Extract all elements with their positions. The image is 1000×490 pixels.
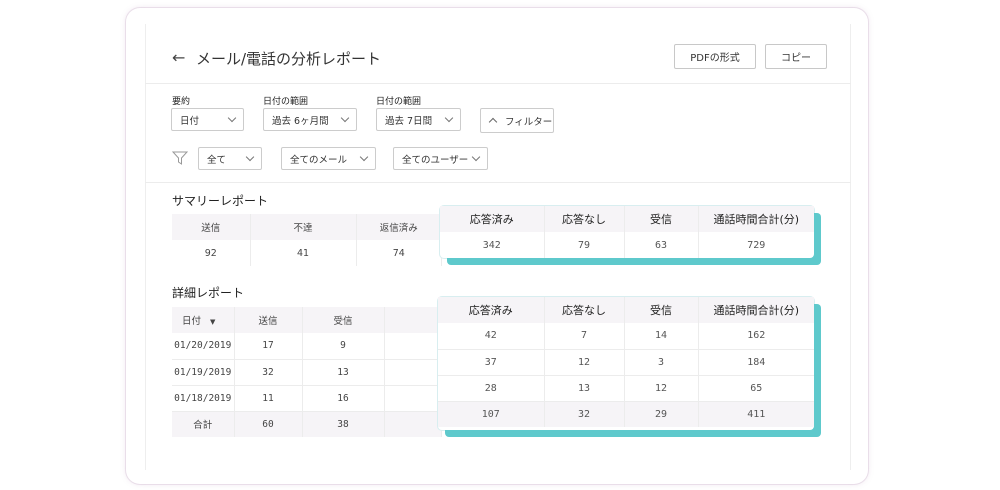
- detail-popup-col-answered: 応答済み: [438, 297, 545, 323]
- detail-popup-total-received: 29: [624, 401, 699, 427]
- chevron-up-icon: [488, 117, 498, 127]
- detail-popup-received: 14: [624, 323, 699, 349]
- detail-popup-duration: 65: [750, 382, 763, 394]
- range1-select-value: 過去 6ヶ月間: [272, 115, 329, 127]
- pdf-button[interactable]: PDFの形式: [674, 44, 756, 69]
- summary-table: 送信 不達 返信済み 92 41 74: [172, 214, 442, 266]
- detail-popup-answered: 28: [438, 375, 545, 401]
- mail-select-value: 全てのメール: [290, 154, 348, 166]
- summary-popup-col-answered: 応答済み: [440, 206, 545, 232]
- all-select-value: 全て: [207, 154, 227, 166]
- sort-down-icon: ▼: [210, 318, 216, 326]
- detail-popup-duration: 184: [747, 356, 766, 368]
- detail-col-date-label: 日付: [182, 316, 202, 327]
- filter-icon: [172, 151, 188, 165]
- chevron-down-icon: [227, 113, 237, 123]
- detail-popup-answered: 42: [438, 323, 545, 349]
- total-row: 合計 60 38: [172, 411, 442, 437]
- copy-button[interactable]: コピー: [765, 44, 827, 69]
- detail-row-received: 13: [302, 359, 385, 385]
- chevron-down-icon: [245, 152, 255, 162]
- mail-select[interactable]: 全てのメール: [281, 147, 376, 170]
- detail-row-date: 01/20/2019: [172, 333, 235, 359]
- user-select[interactable]: 全てのユーザー: [393, 147, 488, 170]
- summary-title: サマリーレポート: [172, 194, 269, 208]
- summary-popup-col-unanswered: 応答なし: [544, 206, 625, 232]
- divider: [145, 182, 851, 183]
- back-arrow-icon[interactable]: ←: [172, 48, 185, 67]
- detail-title: 詳細レポート: [172, 286, 245, 300]
- summary-select[interactable]: 日付: [171, 108, 244, 131]
- detail-table: 日付 ▼ 送信 受信 01/20/2019 17 9 01/19/2019 32…: [172, 307, 442, 437]
- table-row: 37 12 3 184: [438, 349, 814, 375]
- summary-value-undelivered: 41: [250, 240, 357, 266]
- summary-value-sent: 92: [172, 240, 251, 266]
- range2-select-value: 過去 7日間: [385, 115, 433, 127]
- summary-col-sent: 送信: [172, 214, 251, 240]
- table-row: 01/18/2019 11 16: [172, 385, 442, 411]
- chevron-down-icon: [340, 113, 350, 123]
- detail-row-received: 9: [302, 333, 385, 359]
- detail-total-label: 合計: [172, 411, 235, 437]
- summary-popup-received: 63: [624, 232, 699, 258]
- detail-col-received: 受信: [302, 307, 385, 333]
- detail-popup-unanswered: 7: [544, 323, 625, 349]
- detail-row-sent: 17: [234, 333, 303, 359]
- table-row: 28 13 12 65: [438, 375, 814, 401]
- range1-label: 日付の範囲: [263, 97, 309, 107]
- table-row: 42 7 14 162: [438, 323, 814, 349]
- detail-popup-col-duration: 通話時間合計(分): [698, 297, 814, 323]
- detail-popup-total-answered: 107: [438, 401, 545, 427]
- detail-popup-answered: 37: [438, 349, 545, 375]
- chevron-down-icon: [471, 152, 481, 162]
- detail-popup-duration: 162: [747, 330, 766, 342]
- page-title: メール/電話の分析レポート: [196, 50, 382, 68]
- total-row: 107 32 29 411: [438, 401, 814, 427]
- summary-select-value: 日付: [180, 115, 200, 127]
- summary-popup-duration: 729: [747, 239, 766, 251]
- summary-popup-answered: 342: [440, 232, 545, 258]
- detail-row-received: 16: [302, 385, 385, 411]
- detail-col-date[interactable]: 日付 ▼: [172, 307, 235, 333]
- summary-call-popup: 応答済み 応答なし 受信 通話時間合計(分) 342 79 63 729: [440, 206, 814, 258]
- detail-popup-total-duration: 411: [747, 408, 766, 420]
- detail-call-popup: 応答済み 応答なし 受信 通話時間合計(分) 42 7 14 162 37 12…: [438, 297, 814, 430]
- range2-label: 日付の範囲: [376, 97, 422, 107]
- detail-row-date: 01/19/2019: [172, 359, 235, 385]
- table-row: 01/19/2019 32 13: [172, 359, 442, 385]
- table-row: 01/20/2019 17 9: [172, 333, 442, 359]
- summary-value-replied: 74: [356, 240, 442, 266]
- summary-col-undelivered: 不達: [250, 214, 357, 240]
- detail-row-sent: 32: [234, 359, 303, 385]
- summary-popup-col-duration: 通話時間合計(分): [698, 206, 814, 232]
- detail-popup-unanswered: 12: [544, 349, 625, 375]
- detail-total-received: 38: [302, 411, 385, 437]
- detail-popup-total-unanswered: 32: [544, 401, 625, 427]
- detail-popup-received: 12: [624, 375, 699, 401]
- filter-toggle-button[interactable]: フィルター: [480, 108, 554, 133]
- chevron-down-icon: [359, 152, 369, 162]
- range1-select[interactable]: 過去 6ヶ月間: [263, 108, 357, 131]
- detail-popup-received: 3: [624, 349, 699, 375]
- range2-select[interactable]: 過去 7日間: [376, 108, 461, 131]
- summary-col-replied: 返信済み: [356, 214, 442, 240]
- chevron-down-icon: [444, 113, 454, 123]
- detail-popup-unanswered: 13: [544, 375, 625, 401]
- filter-button-label: フィルター: [505, 116, 553, 128]
- user-select-value: 全てのユーザー: [402, 154, 469, 166]
- summary-popup-col-received: 受信: [624, 206, 699, 232]
- detail-popup-col-received: 受信: [624, 297, 699, 323]
- summary-popup-unanswered: 79: [544, 232, 625, 258]
- detail-col-sent: 送信: [234, 307, 303, 333]
- all-select[interactable]: 全て: [198, 147, 262, 170]
- detail-row-sent: 11: [234, 385, 303, 411]
- detail-row-date: 01/18/2019: [172, 385, 235, 411]
- detail-popup-col-unanswered: 応答なし: [544, 297, 625, 323]
- detail-total-sent: 60: [234, 411, 303, 437]
- summary-label: 要約: [172, 97, 191, 107]
